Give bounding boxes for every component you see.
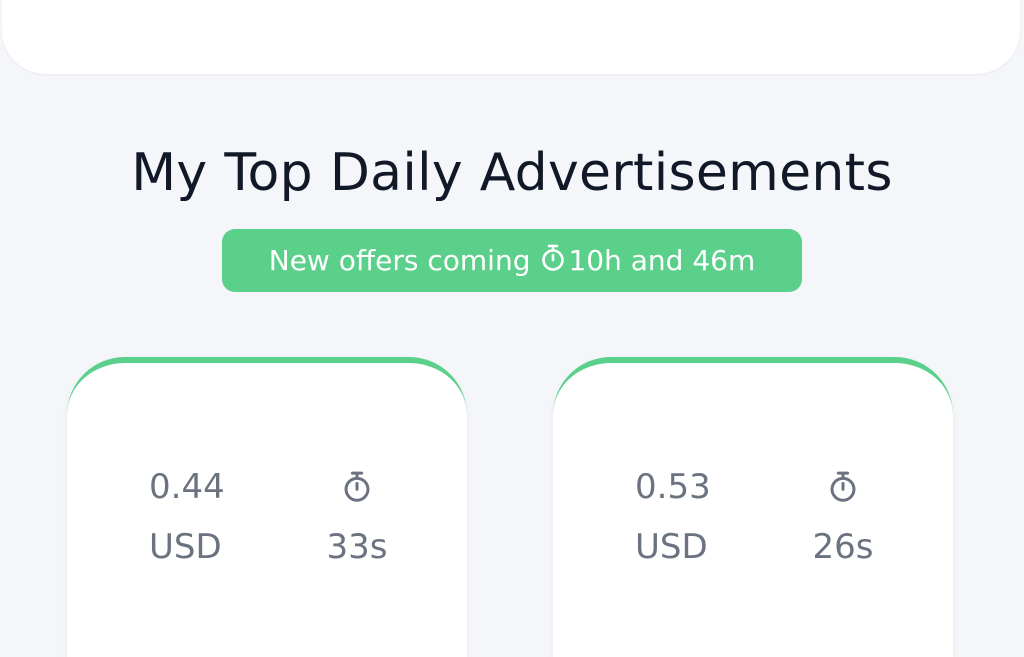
ad-reward-currency: USD: [149, 527, 222, 567]
stopwatch-icon: [540, 244, 566, 279]
ad-duration: 33s: [322, 457, 392, 577]
ad-reward-amount: 0.53: [635, 467, 711, 507]
ad-reward: 0.44 USD: [149, 457, 225, 577]
stopwatch-icon: [808, 457, 878, 517]
ad-duration-value: 33s: [326, 527, 388, 567]
new-offers-banner: New offers coming 10h and 46m: [222, 229, 802, 292]
ad-duration-value: 26s: [812, 527, 874, 567]
ad-reward-currency: USD: [635, 527, 708, 567]
ad-reward-amount: 0.44: [149, 467, 225, 507]
stopwatch-icon: [322, 457, 392, 517]
top-card: [2, 0, 1020, 74]
section-title: My Top Daily Advertisements: [131, 143, 893, 203]
ad-card[interactable]: 0.53 USD 26s: [553, 357, 953, 657]
offers-countdown: 10h and 46m: [568, 244, 756, 277]
ad-reward: 0.53 USD: [635, 457, 711, 577]
new-offers-label: New offers coming: [268, 244, 531, 277]
ad-card[interactable]: 0.44 USD 33s: [67, 357, 467, 657]
ad-duration: 26s: [808, 457, 878, 577]
